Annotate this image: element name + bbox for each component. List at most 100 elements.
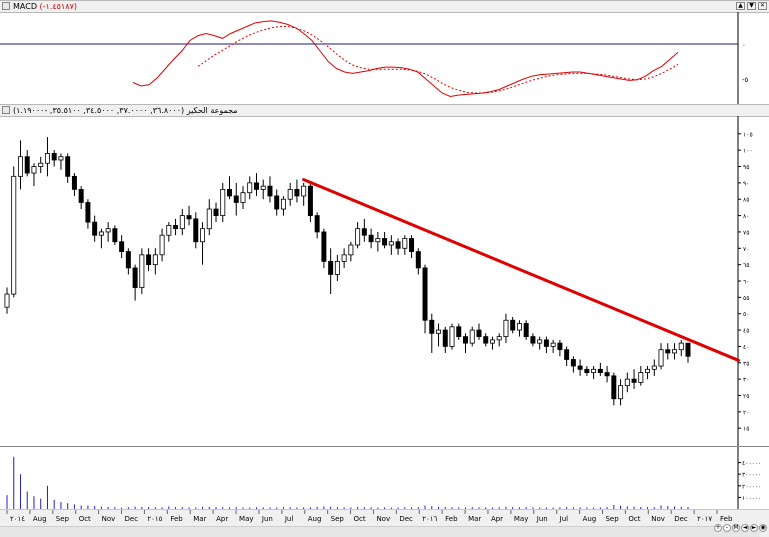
- time-axis-label: Feb: [170, 515, 183, 523]
- candle: [240, 186, 246, 210]
- time-axis-label: Mar: [468, 515, 481, 523]
- candle: [584, 366, 590, 376]
- candle-body: [631, 378, 637, 383]
- time-axis-label: ٢٠١٧: [697, 515, 712, 523]
- candle-body: [78, 189, 84, 203]
- candle: [496, 333, 502, 347]
- candle: [449, 323, 455, 350]
- candle-body: [638, 372, 644, 383]
- horizontal-scrollbar[interactable]: [0, 526, 760, 537]
- candle: [537, 336, 543, 350]
- zoom-out-icon[interactable]: -: [723, 524, 731, 532]
- price-axis-label: ٨٥: [743, 197, 749, 204]
- macd-panel: MACD (-١.٤٥١٨٧) ▲ ▼ ✕ ٠ -٥: [0, 0, 769, 104]
- candle-body: [550, 342, 556, 347]
- candle-body: [516, 323, 522, 331]
- candle: [65, 153, 71, 183]
- time-axis-label: Sep: [605, 515, 619, 523]
- price-axis-label: ٧٠: [743, 246, 749, 253]
- candle-body: [483, 336, 489, 344]
- candle: [44, 137, 50, 177]
- candle: [564, 346, 570, 367]
- minimize-icon[interactable]: ▼: [747, 2, 756, 10]
- price-axis-label: ٣٠: [743, 377, 749, 384]
- volume-series: [6, 456, 689, 509]
- candle-body: [220, 189, 226, 216]
- zoom-controls: + - M ◄ ► ◉: [714, 524, 767, 532]
- candle-body: [240, 192, 246, 203]
- candle: [159, 228, 165, 262]
- time-axis-label: Dec: [674, 515, 688, 523]
- candle-body: [537, 339, 543, 344]
- candle: [618, 379, 624, 406]
- candle: [361, 218, 367, 242]
- candle: [368, 228, 374, 249]
- time-axis-label: Nov: [376, 515, 390, 523]
- price-axis-label: ٩٥: [743, 164, 749, 171]
- candle-body: [17, 156, 23, 177]
- candle-body: [584, 368, 590, 373]
- candle: [38, 156, 44, 174]
- chart-icon: [2, 2, 10, 10]
- time-axis-label: Apr: [216, 515, 228, 523]
- candle: [415, 248, 421, 275]
- candle-body: [125, 251, 131, 269]
- price-axis-label: ٢٠: [743, 409, 749, 416]
- candle: [611, 372, 617, 406]
- month-button[interactable]: M: [732, 524, 740, 532]
- candle-body: [449, 326, 455, 347]
- price-panel: مجموعة الحكير (٣٦.٨٠٠٠, ٣٧.٠٠٠٠, ٣٤.٥٠٠٠…: [0, 104, 769, 446]
- close-icon[interactable]: ✕: [758, 2, 767, 10]
- candle: [456, 323, 462, 340]
- time-axis-label: Jun: [536, 515, 548, 523]
- candle: [570, 356, 576, 373]
- candle-body: [119, 241, 125, 252]
- candle: [173, 218, 179, 236]
- volume-axis: ٤٠٠٠٠٠ ٣٠٠٠٠٠ ٢٠٠٠٠٠ ١٠٠٠٠٠: [738, 460, 761, 502]
- candle-body: [179, 215, 185, 230]
- time-axis-label: Nov: [102, 515, 116, 523]
- macd-axis-label: ٠: [742, 41, 746, 49]
- candle: [58, 153, 64, 170]
- candle: [287, 182, 293, 206]
- time-axis-label: Aug: [583, 515, 597, 523]
- candle-body: [395, 241, 401, 249]
- candle: [17, 140, 23, 190]
- reset-view-icon[interactable]: ◉: [759, 524, 767, 532]
- candle-body: [85, 202, 91, 223]
- candle-body: [173, 224, 179, 230]
- zoom-in-icon[interactable]: +: [714, 524, 722, 532]
- candle: [678, 339, 684, 357]
- candle: [658, 343, 664, 370]
- price-axis-label: ٣٥: [743, 360, 749, 367]
- candle: [267, 176, 273, 203]
- candle: [334, 254, 340, 281]
- candle: [469, 326, 475, 347]
- candle-body: [402, 238, 408, 249]
- candle: [247, 176, 253, 200]
- candle-body: [334, 260, 340, 275]
- candle-body: [105, 228, 111, 233]
- volume-axis-label: ١٠٠٠٠٠: [742, 495, 761, 502]
- candle-body: [436, 329, 442, 334]
- time-axis-bar: ٢٠١٤ Aug Sep Oct Nov Dec ٢٠١٥ Feb Mar Apr May Jun Ju…: [0, 509, 769, 537]
- volume-chart: ٤٠٠٠٠٠ ٣٠٠٠٠٠ ٢٠٠٠٠٠ ١٠٠٠٠٠: [6, 447, 761, 510]
- maximize-icon[interactable]: ▲: [736, 2, 745, 10]
- candle: [402, 235, 408, 255]
- candle: [638, 366, 644, 386]
- macd-window-controls: ▲ ▼ ✕: [736, 2, 767, 10]
- candle-body: [678, 342, 684, 351]
- scroll-left-icon[interactable]: ◄: [741, 524, 749, 532]
- candle-body: [280, 198, 286, 210]
- scroll-right-icon[interactable]: ►: [750, 524, 758, 532]
- candle-body: [152, 254, 158, 266]
- candle: [523, 320, 529, 340]
- price-axis-label: ٦٥: [743, 262, 749, 269]
- candle-body: [307, 185, 313, 216]
- candle: [395, 238, 401, 255]
- price-axis-label: ٥٠: [743, 311, 749, 318]
- candle-body: [523, 323, 529, 338]
- chart-icon: [2, 106, 10, 114]
- time-axis-label: Aug: [33, 515, 47, 523]
- candle-body: [71, 175, 77, 190]
